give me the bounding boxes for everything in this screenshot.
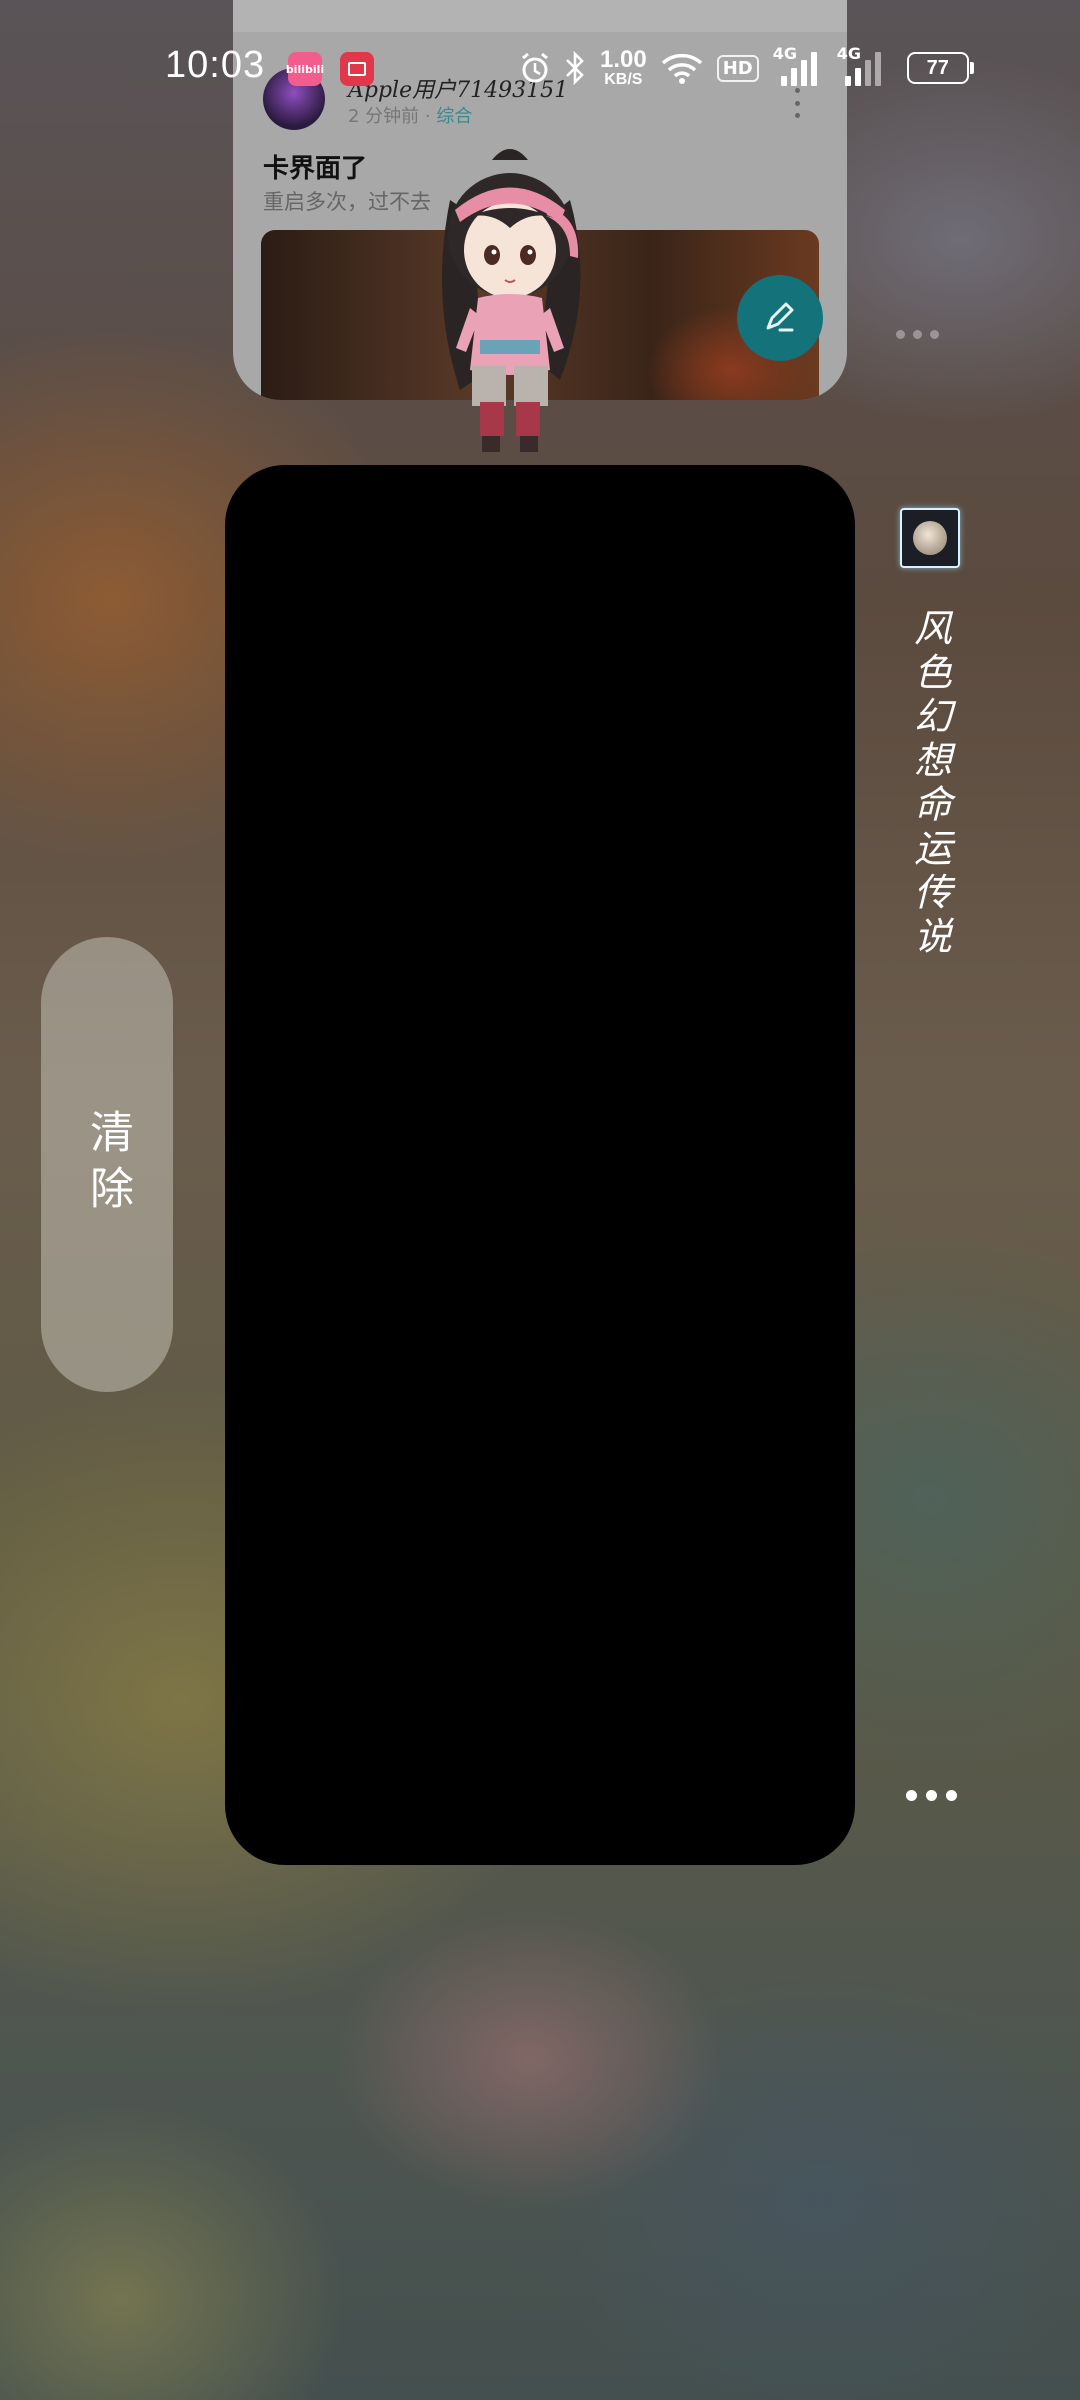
pen-icon [766, 302, 794, 332]
battery-level: 77 [926, 56, 949, 79]
cellular-signal-2-icon: 4G [837, 44, 887, 86]
status-bar: 10:03 bilibili 1.00 KB/S HD 4G 4G 77 [0, 0, 1080, 140]
card-more-options-icon[interactable] [906, 1790, 957, 1801]
clear-all-label: 清除 [82, 1108, 133, 1221]
wifi-icon [661, 52, 703, 84]
bilibili-notification-icon: bilibili [286, 52, 324, 86]
recent-app-label[interactable]: 风色幻想命运传说 [900, 508, 960, 960]
compose-fab [737, 275, 823, 361]
network-speed-unit: KB/S [604, 71, 643, 88]
screen-record-icon [340, 52, 374, 86]
network-speed-value: 1.00 [600, 46, 647, 73]
network-speed: 1.00 KB/S [600, 48, 647, 88]
hd-voice-icon: HD [716, 54, 759, 82]
signal-1-label: 4G [772, 44, 797, 63]
cellular-signal-1-icon: 4G [773, 44, 823, 86]
recent-app-card-main[interactable] [225, 465, 855, 1865]
battery-icon: 77 [906, 52, 974, 84]
post-body: 重启多次，过不去 [263, 190, 431, 214]
status-time: 10:03 [165, 44, 266, 86]
status-icons: 1.00 KB/S HD 4G 4G 77 [520, 44, 974, 88]
signal-2-label: 4G [836, 44, 861, 63]
top-card-menu-icon[interactable] [896, 330, 946, 339]
recent-app-name: 风色幻想命运传说 [907, 608, 952, 960]
mascot-character-widget[interactable] [410, 140, 610, 460]
post-title: 卡界面了 [263, 154, 368, 184]
app-icon [900, 508, 960, 568]
clear-all-button[interactable]: 清除 [41, 937, 173, 1392]
alarm-icon [520, 52, 550, 84]
bluetooth-icon [564, 51, 586, 85]
